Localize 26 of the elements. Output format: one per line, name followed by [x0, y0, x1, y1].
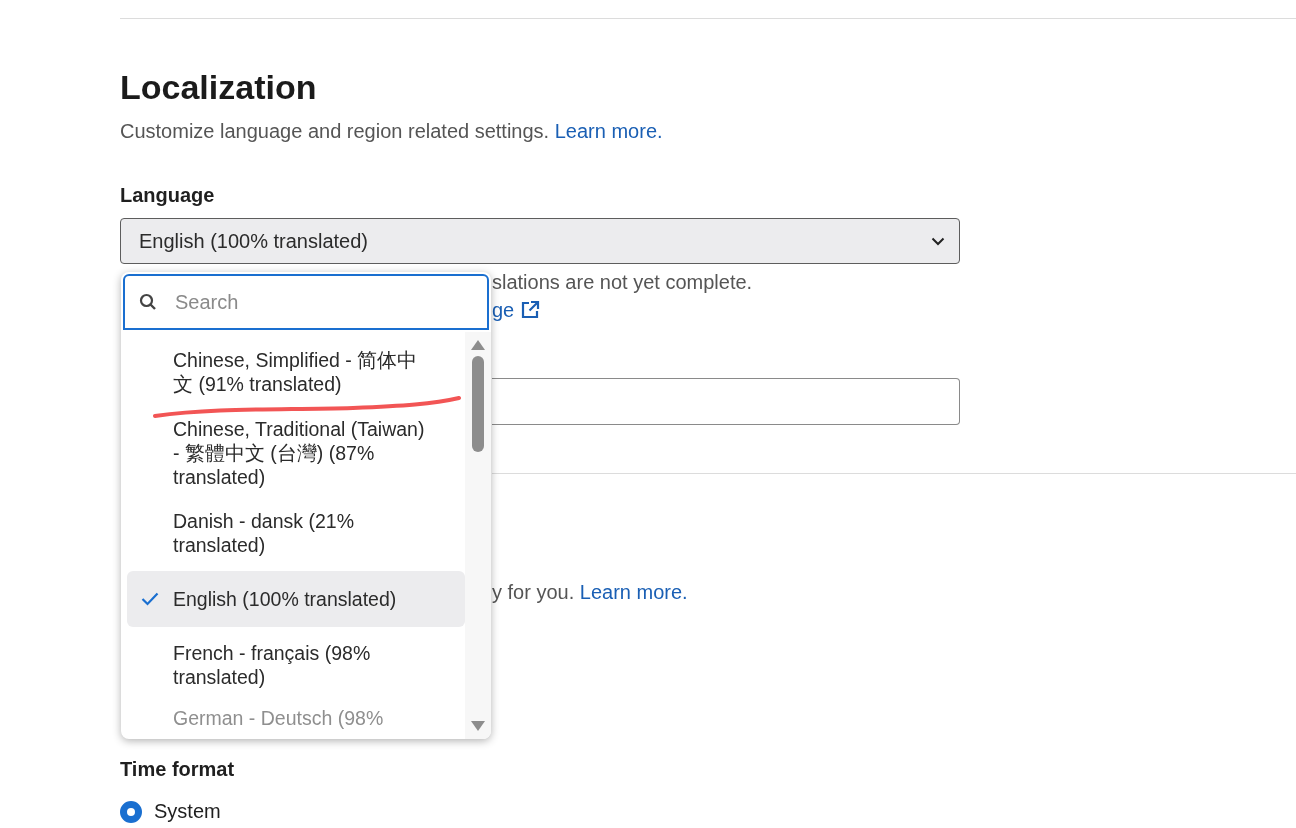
check-icon [141, 592, 159, 607]
language-option[interactable]: Chinese, Traditional (Taiwan) - 繁體中文 (台灣) (87% translated) [127, 409, 465, 496]
chevron-icon [931, 236, 945, 246]
external-link-icon [520, 300, 541, 320]
language-option[interactable]: Chinese, Simplified - 简体中文 (91% translated) [127, 340, 465, 404]
scroll-up-icon [471, 340, 485, 350]
scroll-down-icon [471, 721, 485, 731]
time-format-label: Time format [120, 757, 236, 782]
language-option[interactable]: Danish - dansk (21% translated) [127, 501, 465, 566]
radio-button[interactable] [120, 800, 142, 823]
radio-label: System [154, 800, 221, 823]
section-description: y for you. Learn more. [492, 580, 689, 605]
input-field[interactable] [492, 378, 960, 425]
search-field[interactable]: Search [123, 274, 489, 330]
learn-more-link[interactable]: Learn more. [554, 120, 663, 142]
scrollbar[interactable] [465, 332, 491, 739]
language-select[interactable]: English (100% translated) [120, 218, 960, 264]
language-option[interactable]: French - français (98% translated) [127, 633, 465, 698]
section-title: Localization [120, 67, 318, 107]
language-option[interactable]: English (100% translated) [127, 571, 465, 628]
learn-more-link[interactable]: Learn more. [579, 581, 688, 603]
translation-link[interactable]: ge [492, 296, 515, 324]
language-label: Language [120, 183, 216, 208]
section-description: Customize language and region related settings. Learn more. [120, 119, 664, 144]
scroll-thumb[interactable] [472, 356, 484, 452]
language-hint: slations are not yet complete. [492, 270, 754, 295]
